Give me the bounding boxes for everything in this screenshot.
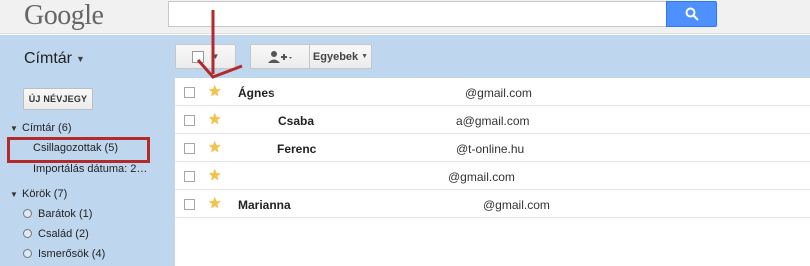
circle-icon — [23, 229, 32, 238]
redaction — [423, 199, 481, 209]
search-button[interactable] — [666, 1, 717, 27]
redaction — [415, 171, 445, 181]
search-icon — [685, 7, 699, 21]
sidebar-item-import-date[interactable]: Importálás dátuma: 2… — [0, 163, 175, 181]
contact-name: Ferenc — [277, 142, 317, 156]
annotation-highlight-box — [7, 137, 150, 163]
top-bar: Google — [0, 0, 810, 34]
toolbar: Címtár ▼ ▼ Egyebek ▼ — [0, 35, 810, 78]
contact-row[interactable]: ★ Ágnes @gmail.com — [175, 78, 810, 106]
redaction — [415, 143, 453, 153]
sidebar-item-label: Importálás dátuma: 2… — [33, 163, 148, 175]
section-title-label: Címtár — [24, 50, 72, 67]
redaction — [280, 87, 325, 97]
row-checkbox[interactable] — [184, 143, 195, 154]
sidebar-item-label: Barátok (1) — [38, 208, 93, 220]
expand-triangle-icon[interactable]: ▼ — [10, 190, 22, 199]
row-checkbox[interactable] — [184, 87, 195, 98]
redaction — [303, 199, 333, 209]
redaction — [235, 115, 273, 125]
sidebar-item-family[interactable]: Család (2) — [0, 228, 175, 246]
contact-email: @gmail.com — [465, 86, 532, 100]
sidebar-item-label: Címtár (6) — [22, 122, 72, 134]
contact-row[interactable]: ★ @gmail.com — [175, 162, 810, 190]
sidebar: ÚJ NÉVJEGY ▼ Címtár (6) Csillagozottak (5… — [0, 78, 175, 266]
contact-row[interactable]: ★ Csaba a@gmail.com — [175, 106, 810, 134]
google-logo[interactable]: Google — [24, 0, 104, 32]
circle-icon — [23, 209, 32, 218]
contact-row[interactable]: ★ Marianna @gmail.com — [175, 190, 810, 218]
sidebar-item-label: Körök (7) — [22, 188, 68, 200]
star-icon[interactable]: ★ — [208, 138, 221, 156]
contact-name: Ágnes — [238, 86, 275, 100]
redaction — [235, 143, 273, 153]
sidebar-item-label: Család (2) — [38, 228, 89, 240]
contact-email: @t-online.hu — [456, 142, 525, 156]
star-icon[interactable]: ★ — [208, 166, 221, 184]
sidebar-item-friends[interactable]: Barátok (1) — [0, 208, 175, 226]
sidebar-item-label: Ismerősök (4) — [38, 248, 106, 260]
star-icon[interactable]: ★ — [208, 194, 221, 212]
redaction — [420, 87, 462, 97]
section-title[interactable]: Címtár ▼ — [24, 50, 85, 68]
add-to-circle-button[interactable] — [250, 44, 310, 69]
sidebar-item-circles[interactable]: ▼ Körök (7) — [0, 188, 175, 206]
new-contact-button[interactable]: ÚJ NÉVJEGY — [23, 88, 93, 110]
star-icon[interactable]: ★ — [208, 82, 221, 100]
redaction — [415, 115, 453, 125]
contact-email: @gmail.com — [483, 198, 550, 212]
annotation-arrow — [196, 10, 243, 79]
contact-list: ★ Ágnes @gmail.com ★ Csaba a@gmail.com ★… — [175, 78, 810, 266]
sidebar-item-acquaintances[interactable]: Ismerősök (4) — [0, 248, 175, 266]
contact-name: Csaba — [278, 114, 315, 128]
contact-name: Marianna — [238, 198, 291, 212]
row-checkbox[interactable] — [184, 199, 195, 210]
more-button-label: Egyebek — [312, 50, 359, 63]
expand-triangle-icon[interactable]: ▼ — [10, 124, 22, 133]
star-icon[interactable]: ★ — [208, 110, 221, 128]
chevron-down-icon: ▼ — [361, 53, 369, 60]
chevron-down-icon: ▼ — [76, 53, 85, 64]
contact-email: a@gmail.com — [456, 114, 530, 128]
add-person-icon — [268, 50, 292, 63]
contact-email: @gmail.com — [448, 170, 515, 184]
redaction — [237, 171, 327, 181]
circle-icon — [23, 249, 32, 258]
row-checkbox[interactable] — [184, 171, 195, 182]
more-button[interactable]: Egyebek ▼ — [310, 44, 372, 69]
row-checkbox[interactable] — [184, 115, 195, 126]
contact-row[interactable]: ★ Ferenc @t-online.hu — [175, 134, 810, 162]
